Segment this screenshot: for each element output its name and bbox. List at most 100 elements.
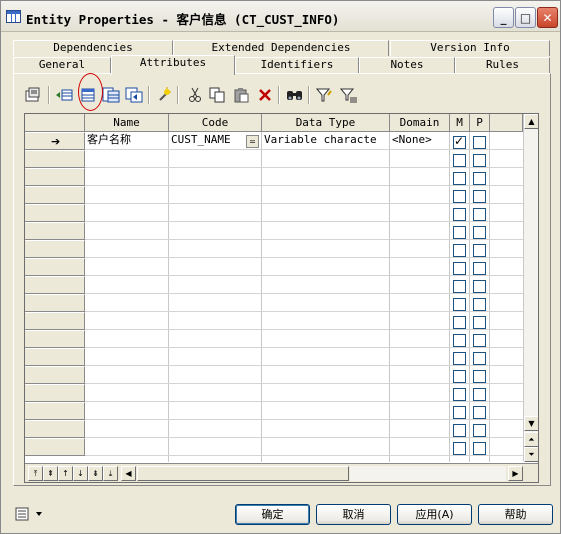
primary-checkbox[interactable]	[473, 244, 486, 257]
tab-notes[interactable]: Notes	[359, 57, 455, 73]
tab-extended-dependencies[interactable]: Extended Dependencies	[173, 40, 389, 56]
mandatory-checkbox[interactable]	[453, 226, 466, 239]
primary-checkbox[interactable]	[473, 190, 486, 203]
primary-checkbox[interactable]	[473, 208, 486, 221]
primary-checkbox[interactable]	[473, 298, 486, 311]
customize-columns-icon[interactable]	[315, 85, 335, 105]
row-header[interactable]	[25, 186, 85, 204]
add-attributes-icon[interactable]	[101, 85, 121, 105]
mandatory-checkbox[interactable]	[453, 172, 466, 185]
primary-checkbox[interactable]	[473, 226, 486, 239]
maximize-button[interactable]: □	[515, 7, 536, 28]
tab-attributes[interactable]: Attributes	[111, 55, 235, 75]
cell-domain[interactable]: <None>	[390, 132, 449, 150]
close-button[interactable]: ✕	[537, 7, 558, 28]
row-header[interactable]	[25, 276, 85, 294]
primary-checkbox[interactable]	[473, 280, 486, 293]
tab-dependencies[interactable]: Dependencies	[13, 40, 173, 56]
row-header[interactable]	[25, 294, 85, 312]
row-header[interactable]	[25, 240, 85, 258]
move-to-top-icon[interactable]: ⤒	[28, 466, 43, 481]
tab-rules[interactable]: Rules	[455, 57, 550, 73]
move-to-bottom-icon[interactable]: ⤓	[103, 466, 118, 481]
row-header[interactable]	[25, 204, 85, 222]
move-page-down-icon[interactable]: ⇟	[88, 466, 103, 481]
code-equals-button[interactable]: =	[246, 135, 259, 148]
row-header[interactable]	[25, 402, 85, 420]
ok-button[interactable]: 确定	[235, 504, 310, 525]
primary-checkbox[interactable]	[473, 172, 486, 185]
horizontal-scroll-track[interactable]	[350, 466, 506, 481]
mandatory-checkbox[interactable]	[453, 208, 466, 221]
mandatory-checkbox[interactable]	[453, 154, 466, 167]
mandatory-checkbox[interactable]	[453, 134, 466, 149]
mandatory-checkbox[interactable]	[453, 280, 466, 293]
primary-checkbox[interactable]	[473, 316, 486, 329]
primary-checkbox[interactable]	[473, 352, 486, 365]
row-header[interactable]: ➔	[25, 132, 85, 150]
primary-checkbox[interactable]	[473, 334, 486, 347]
title-bar[interactable]: Entity Properties - 客户信息 (CT_CUST_INFO) …	[1, 1, 560, 32]
mandatory-checkbox[interactable]	[453, 298, 466, 311]
move-down-icon[interactable]: ↓	[73, 466, 88, 481]
primary-checkbox[interactable]	[473, 388, 486, 401]
mandatory-checkbox[interactable]	[453, 442, 466, 455]
row-header[interactable]	[25, 150, 85, 168]
reuse-attributes-icon[interactable]	[124, 85, 144, 105]
mandatory-checkbox[interactable]	[453, 244, 466, 257]
new-icon[interactable]	[153, 85, 173, 105]
row-header[interactable]	[25, 438, 85, 456]
minimize-button[interactable]: _	[493, 7, 514, 28]
primary-checkbox[interactable]	[473, 370, 486, 383]
column-header-data-type[interactable]: Data Type	[262, 114, 390, 132]
mandatory-checkbox[interactable]	[453, 370, 466, 383]
mandatory-checkbox[interactable]	[453, 406, 466, 419]
mandatory-checkbox[interactable]	[453, 424, 466, 437]
tab-general[interactable]: General	[13, 57, 111, 73]
mandatory-checkbox[interactable]	[453, 262, 466, 275]
scroll-right-arrow-icon[interactable]: ▶	[508, 466, 523, 481]
properties-icon[interactable]	[23, 85, 43, 105]
column-header-domain[interactable]: Domain	[390, 114, 450, 132]
help-button[interactable]: 帮助	[478, 504, 553, 525]
mandatory-checkbox[interactable]	[453, 334, 466, 347]
row-header[interactable]	[25, 312, 85, 330]
column-header-m[interactable]: M	[450, 114, 470, 132]
primary-checkbox[interactable]	[473, 424, 486, 437]
mandatory-checkbox[interactable]	[453, 190, 466, 203]
row-header[interactable]	[25, 420, 85, 438]
row-header[interactable]	[25, 168, 85, 186]
primary-checkbox[interactable]	[473, 154, 486, 167]
row-header[interactable]	[25, 258, 85, 276]
column-header-code[interactable]: Code	[169, 114, 262, 132]
apply-button[interactable]: 应用(A)	[397, 504, 472, 525]
scroll-page-up-icon[interactable]: ⏶	[524, 432, 538, 447]
insert-row-icon[interactable]	[54, 85, 74, 105]
column-header-p[interactable]: P	[470, 114, 490, 132]
column-header-name[interactable]: Name	[85, 114, 169, 132]
primary-checkbox[interactable]	[473, 406, 486, 419]
menu-dropdown-icon[interactable]	[15, 506, 45, 522]
paste-icon[interactable]	[231, 85, 251, 105]
copy-icon[interactable]	[207, 85, 227, 105]
row-header[interactable]	[25, 330, 85, 348]
primary-checkbox[interactable]	[473, 136, 486, 149]
mandatory-checkbox[interactable]	[453, 352, 466, 365]
horizontal-scroll-thumb[interactable]	[137, 466, 349, 481]
delete-icon[interactable]	[255, 85, 275, 105]
row-header[interactable]	[25, 348, 85, 366]
filter-icon[interactable]	[339, 85, 359, 105]
find-icon[interactable]	[285, 85, 305, 105]
mandatory-checkbox[interactable]	[453, 388, 466, 401]
row-header[interactable]	[25, 222, 85, 240]
vertical-scrollbar[interactable]: ▲ ▼ ⏶ ⏷	[523, 114, 538, 462]
primary-checkbox[interactable]	[473, 442, 486, 455]
move-up-icon[interactable]: ↑	[58, 466, 73, 481]
cell-data-type[interactable]: Variable characte	[262, 132, 389, 150]
tab-identifiers[interactable]: Identifiers	[235, 57, 359, 73]
cancel-button[interactable]: 取消	[316, 504, 391, 525]
row-header[interactable]	[25, 366, 85, 384]
cut-icon[interactable]	[185, 85, 205, 105]
tab-version-info[interactable]: Version Info	[390, 40, 550, 56]
cell-name[interactable]: 客户名称	[85, 132, 168, 150]
